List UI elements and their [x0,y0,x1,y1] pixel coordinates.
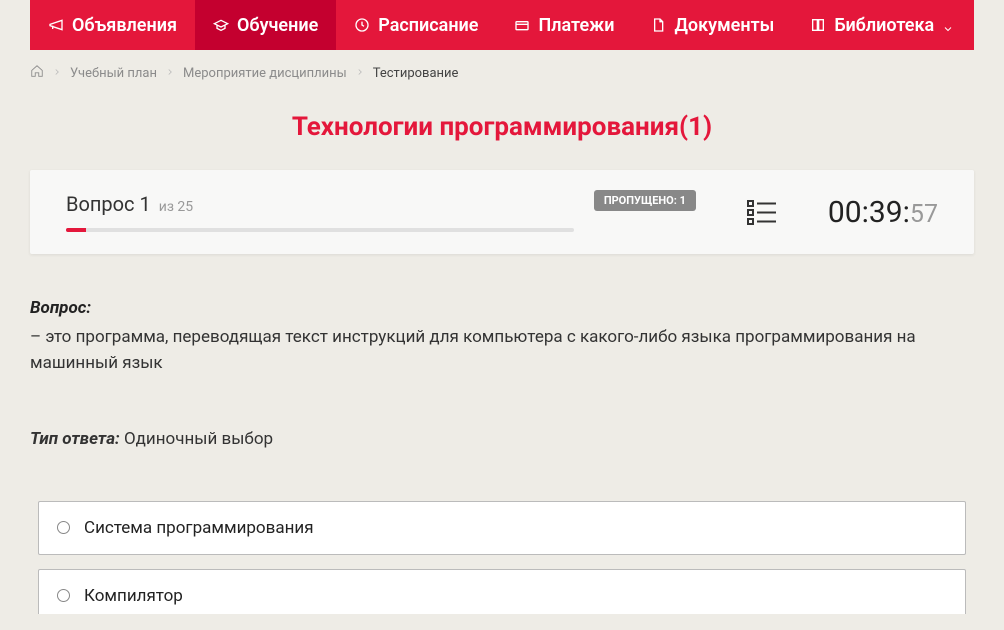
timer: 00:39:57 [828,195,938,230]
nav-label: Расписание [378,15,478,36]
nav-library[interactable]: Библиотека [792,0,972,50]
radio-icon [57,521,70,534]
payment-icon [514,17,530,33]
nav-label: Объявления [72,15,177,36]
megaphone-icon [48,17,64,33]
question-body: Вопрос: – это программа, переводящая тек… [30,298,974,614]
progress-bar [66,228,574,232]
nav-announcements[interactable]: Объявления [30,0,195,50]
answer-option[interactable]: Компилятор [38,569,966,614]
question-prompt-label: Вопрос: [30,298,91,318]
breadcrumb-testing: Тестирование [373,66,459,81]
breadcrumb-study-plan[interactable]: Учебный план [70,66,157,81]
question-progress: Вопрос 1 из 25 [66,192,574,232]
timer-seconds: 57 [910,200,938,229]
home-icon[interactable] [30,64,44,82]
page-title: Технологии программирования(1) [30,112,974,142]
nav-label: Обучение [237,15,318,36]
graduation-icon [213,17,229,33]
question-total: из 25 [159,199,193,215]
chevron-down-icon [942,19,954,31]
radio-icon [57,589,70,602]
answer-type-label: Тип ответа: [30,429,120,449]
chevron-right-icon [52,66,62,81]
answer-type-value: Одиночный выбор [124,429,273,449]
answer-type-row: Тип ответа: Одиночный выбор [30,429,974,449]
nav-documents[interactable]: Документы [632,0,792,50]
question-list-icon[interactable] [746,198,778,226]
document-icon [650,17,666,33]
answers-list: Система программирования Компилятор [30,501,974,614]
main-navbar: Объявления Обучение Расписание Платежи Д… [30,0,974,50]
nav-payments[interactable]: Платежи [496,0,632,50]
nav-schedule[interactable]: Расписание [336,0,496,50]
answer-text: Компилятор [84,586,183,606]
nav-education[interactable]: Обучение [195,0,336,50]
clock-icon [354,17,370,33]
chevron-right-icon [355,66,365,81]
answer-text: Система программирования [84,518,314,538]
breadcrumb: Учебный план Мероприятие дисциплины Тест… [0,50,1004,92]
chevron-right-icon [165,66,175,81]
question-text: – это программа, переводящая текст инстр… [30,324,974,377]
breadcrumb-discipline-event[interactable]: Мероприятие дисциплины [183,66,347,81]
nav-label: Платежи [538,15,614,36]
nav-label: Документы [674,15,774,36]
nav-label: Библиотека [834,15,934,36]
status-card: Вопрос 1 из 25 ПРОПУЩЕНО: 1 [30,170,974,254]
skipped-badge: ПРОПУЩЕНО: 1 [594,190,696,211]
answer-option[interactable]: Система программирования [38,501,966,555]
question-number: Вопрос 1 [66,192,151,216]
timer-main: 00:39: [828,195,910,230]
book-icon [810,17,826,33]
